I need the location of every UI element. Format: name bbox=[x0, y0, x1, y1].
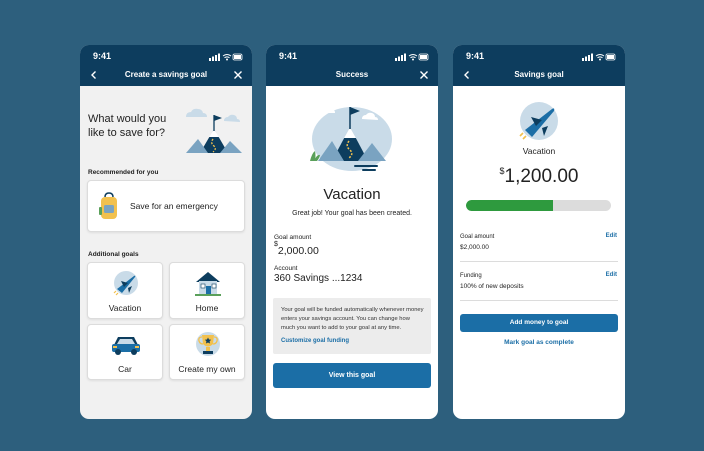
nav-row: Create a savings goal bbox=[80, 67, 252, 83]
status-time: 9:41 bbox=[466, 51, 485, 61]
goal-balance: $1,200.00 bbox=[453, 166, 625, 188]
headline: What would you like to save for? bbox=[88, 113, 167, 139]
edit-funding-link[interactable]: Edit bbox=[606, 272, 617, 278]
account-label: Account bbox=[274, 265, 298, 272]
add-money-button[interactable]: Add money to goal bbox=[460, 314, 618, 332]
airplane-icon bbox=[519, 102, 558, 140]
status-icons bbox=[582, 53, 616, 61]
mountain-flag-illustration bbox=[310, 104, 392, 171]
customize-funding-link[interactable]: Customize goal funding bbox=[281, 338, 349, 344]
backpack-icon bbox=[99, 192, 117, 219]
goal-card-home[interactable]: Home bbox=[169, 262, 245, 319]
goal-label-home: Home bbox=[195, 303, 219, 313]
balance-number: 1,200.00 bbox=[504, 166, 579, 187]
status-time: 9:41 bbox=[279, 51, 298, 61]
success-message: Great job! Your goal has been created. bbox=[292, 210, 412, 217]
view-goal-button[interactable]: View this goal bbox=[273, 363, 431, 388]
divider bbox=[460, 261, 618, 262]
divider bbox=[460, 300, 618, 301]
progress-bar-fill bbox=[466, 200, 553, 211]
success-screen: 9:41 Success Vacation Great job! Your go… bbox=[266, 45, 438, 419]
nav-row: Success bbox=[266, 67, 438, 83]
goal-amount-value: $2,000.00 bbox=[460, 244, 489, 251]
screen-title: Success bbox=[335, 70, 369, 79]
mountain-flag-illustration bbox=[186, 108, 242, 153]
screen-title: Create a savings goal bbox=[124, 70, 208, 79]
goal-name: Vacation bbox=[323, 186, 381, 203]
goal-card-create-own[interactable]: Create my own bbox=[169, 324, 245, 380]
status-icons bbox=[209, 53, 243, 61]
funding-value: 100% of new deposits bbox=[460, 283, 524, 290]
close-icon[interactable] bbox=[232, 69, 244, 81]
create-goal-screen: 9:41 Create a savings goal What would yo… bbox=[80, 45, 252, 419]
funding-label: Funding bbox=[460, 273, 482, 279]
header-bar: 9:41 Create a savings goal bbox=[80, 45, 252, 86]
emergency-goal-label: Save for an emergency bbox=[130, 201, 218, 211]
goal-label-create-own: Create my own bbox=[178, 364, 236, 374]
nav-row: Savings goal bbox=[453, 67, 625, 83]
goal-amount-label: Goal amount bbox=[274, 234, 312, 241]
recommended-label: Recommended for you bbox=[88, 169, 159, 176]
goal-label-car: Car bbox=[118, 364, 132, 374]
status-bar: 9:41 bbox=[266, 51, 438, 63]
goal-amount-value: $2,000.00 bbox=[274, 241, 319, 259]
house-icon bbox=[195, 272, 221, 296]
goal-name: Vacation bbox=[522, 146, 556, 156]
trophy-icon bbox=[196, 332, 220, 356]
mark-complete-link[interactable]: Mark goal as complete bbox=[453, 339, 625, 346]
header-bar: 9:41 Savings goal bbox=[453, 45, 625, 86]
status-time: 9:41 bbox=[93, 51, 112, 61]
goal-label-vacation: Vacation bbox=[108, 303, 142, 313]
status-icons bbox=[395, 53, 429, 61]
airplane-icon bbox=[113, 271, 138, 296]
car-icon bbox=[112, 337, 140, 355]
screen-title: Savings goal bbox=[514, 70, 564, 79]
edit-goal-amount-link[interactable]: Edit bbox=[606, 233, 617, 239]
progress-bar-track bbox=[466, 200, 611, 211]
additional-goals-label: Additional goals bbox=[88, 251, 139, 258]
amount-number: 2,000.00 bbox=[277, 245, 319, 257]
status-bar: 9:41 bbox=[453, 51, 625, 63]
goal-card-car[interactable]: Car bbox=[87, 324, 163, 380]
goal-card-vacation[interactable]: Vacation bbox=[87, 262, 163, 319]
status-bar: 9:41 bbox=[80, 51, 252, 63]
savings-goal-screen: 9:41 Savings goal Vacation $1,200.00 Goa… bbox=[453, 45, 625, 419]
funding-info-text: Your goal will be funded automatically w… bbox=[281, 307, 424, 331]
close-icon[interactable] bbox=[418, 69, 430, 81]
goal-amount-label: Goal amount bbox=[460, 234, 495, 240]
account-value: 360 Savings ...1234 bbox=[274, 273, 363, 284]
funding-info-box: Your goal will be funded automatically w… bbox=[273, 298, 431, 354]
header-bar: 9:41 Success bbox=[266, 45, 438, 86]
emergency-goal-card[interactable]: Save for an emergency bbox=[87, 180, 245, 232]
